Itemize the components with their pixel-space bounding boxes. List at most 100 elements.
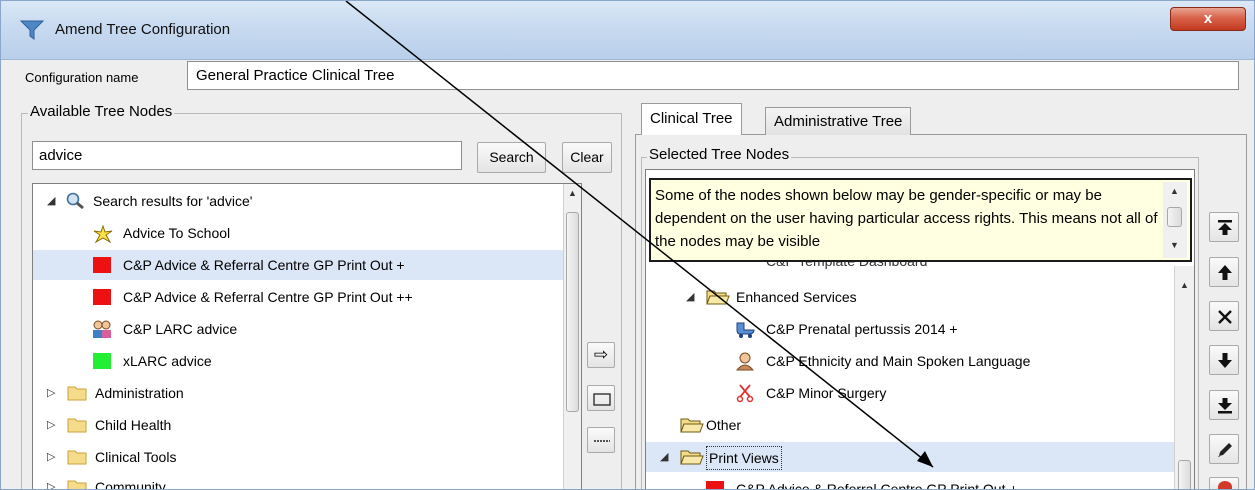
tree-node[interactable]: Advice To School: [33, 218, 563, 248]
tree-node[interactable]: ◢ Enhanced Services: [646, 282, 1174, 312]
configuration-name-input[interactable]: [187, 61, 1239, 90]
collapsed-triangle-icon[interactable]: ▷: [47, 410, 55, 440]
tree-node[interactable]: C&P Ethnicity and Main Spoken Language: [646, 346, 1174, 376]
tree-node[interactable]: C&P LARC advice: [33, 314, 563, 344]
scroll-up-icon[interactable]: ▲: [1170, 186, 1179, 196]
expanded-triangle-icon[interactable]: ◢: [660, 442, 668, 472]
open-folder-icon: [680, 450, 704, 465]
window-title: Amend Tree Configuration: [55, 21, 231, 38]
tree-node-label: xLARC advice: [123, 353, 212, 369]
scroll-up-icon[interactable]: ▲: [1180, 280, 1189, 290]
tree-node-label: C&P Prenatal pertussis 2014 +: [766, 321, 958, 337]
separator-icon: [594, 440, 610, 442]
remove-node-button[interactable]: [1209, 301, 1239, 331]
note-scrollbar[interactable]: ▲ ▼: [1163, 182, 1187, 258]
clear-button[interactable]: Clear: [562, 142, 612, 173]
tree-node[interactable]: Other: [646, 410, 1174, 440]
tree-node[interactable]: C&P Advice & Referral Centre GP Print Ou…: [33, 282, 563, 312]
configuration-name-label: Configuration name: [25, 70, 139, 85]
person-icon: [735, 352, 755, 371]
tree-node[interactable]: C&P Advice & Referral Centre GP Print Ou…: [646, 474, 1174, 490]
tree-node-label: C&P Advice & Referral Centre GP Print Ou…: [123, 257, 405, 273]
edit-node-button[interactable]: [1209, 434, 1239, 464]
selected-tree-scrollbar[interactable]: ▲: [1174, 266, 1194, 489]
gender-access-note: Some of the nodes shown below may be gen…: [649, 178, 1192, 262]
tree-node[interactable]: ◢ Search results for 'advice': [33, 186, 563, 216]
move-bottom-icon: [1218, 398, 1232, 414]
tree-node[interactable]: C&P Minor Surgery: [646, 378, 1174, 408]
tab-administrative-tree[interactable]: Administrative Tree: [765, 107, 912, 135]
tree-node-label: Advice To School: [123, 225, 231, 241]
scroll-down-icon[interactable]: ▼: [1170, 240, 1179, 250]
collapsed-triangle-icon[interactable]: ▷: [47, 472, 55, 489]
tree-node-label: C&P Ethnicity and Main Spoken Language: [766, 353, 1031, 369]
tree-node[interactable]: xLARC advice: [33, 346, 563, 376]
folder-icon: [67, 480, 87, 489]
tree-node-label: Community: [95, 479, 166, 490]
scrollbar-thumb[interactable]: [566, 212, 579, 412]
pram-icon: [736, 322, 755, 338]
search-input[interactable]: [32, 141, 462, 170]
move-to-top-button[interactable]: [1209, 212, 1239, 242]
delete-config-button[interactable]: [1209, 477, 1239, 489]
open-folder-icon: [680, 418, 704, 433]
move-up-button[interactable]: [1209, 257, 1239, 287]
collapsed-triangle-icon[interactable]: ▷: [47, 442, 55, 472]
available-tree-scrollbar[interactable]: ▲: [563, 184, 581, 489]
red-stop-icon: [1218, 481, 1232, 489]
star-burst-icon: [93, 225, 113, 243]
tree-node-label: Search results for 'advice': [93, 193, 253, 209]
expanded-triangle-icon[interactable]: ◢: [686, 282, 694, 312]
scissors-icon: [736, 384, 754, 403]
tree-node-label: Enhanced Services: [736, 289, 857, 305]
collapsed-triangle-icon[interactable]: ▷: [47, 378, 55, 408]
tree-node-label: Clinical Tools: [95, 449, 177, 465]
red-square-icon: [706, 481, 724, 489]
magnifier-icon: [66, 192, 84, 210]
tree-node-label: Administration: [95, 385, 184, 401]
selected-tree-nodes-legend: Selected Tree Nodes: [647, 146, 792, 163]
scroll-up-icon[interactable]: ▲: [568, 188, 577, 198]
amend-tree-window: Amend Tree Configuration x Configuration…: [0, 0, 1255, 490]
tree-node-label: C&P LARC advice: [123, 321, 238, 337]
tree-node[interactable]: ▷ Community: [33, 472, 563, 490]
add-node-button[interactable]: ⇨: [587, 342, 615, 368]
move-down-button[interactable]: [1209, 345, 1239, 375]
folder-icon: [67, 450, 87, 465]
tree-node-label: C&P Minor Surgery: [766, 385, 887, 401]
folder-outline-icon: [593, 393, 611, 406]
available-tree-nodes-legend: Available Tree Nodes: [28, 103, 175, 120]
folder-icon: [67, 386, 87, 401]
up-arrow-icon: [1218, 265, 1232, 280]
tree-node-selected[interactable]: C&P Advice & Referral Centre GP Print Ou…: [33, 250, 563, 280]
tree-funnel-icon: [19, 20, 45, 40]
available-tree[interactable]: ◢ Search results for 'advice' Advice To …: [32, 183, 582, 490]
tree-node-label: C&P Advice & Referral Centre GP Print Ou…: [736, 481, 1018, 490]
expanded-triangle-icon[interactable]: ◢: [47, 186, 55, 216]
tree-node-label: Child Health: [95, 417, 172, 433]
scrollbar-thumb[interactable]: [1167, 207, 1182, 227]
people-icon: [93, 320, 111, 338]
tree-node[interactable]: C&P Prenatal pertussis 2014 +: [646, 314, 1174, 344]
tree-node-label: C&P Advice & Referral Centre GP Print Ou…: [123, 289, 413, 305]
down-arrow-icon: [1218, 353, 1232, 368]
tree-node[interactable]: ▷ Clinical Tools: [33, 442, 563, 472]
tree-node[interactable]: ▷ Administration: [33, 378, 563, 408]
tab-clinical-tree[interactable]: Clinical Tree: [641, 103, 742, 135]
folder-icon: [67, 418, 87, 433]
red-square-icon: [93, 257, 111, 273]
add-folder-button[interactable]: [587, 385, 615, 411]
move-top-icon: [1218, 220, 1232, 235]
tree-node-selected[interactable]: ◢ Print Views: [646, 442, 1174, 472]
scrollbar-thumb[interactable]: [1178, 460, 1191, 489]
add-separator-button[interactable]: [587, 427, 615, 453]
cross-icon: [1218, 310, 1232, 324]
tree-node-label: Other: [706, 417, 742, 433]
open-folder-icon: [706, 290, 730, 305]
close-button[interactable]: x: [1170, 7, 1246, 31]
red-square-icon: [93, 289, 111, 305]
move-to-bottom-button[interactable]: [1209, 390, 1239, 420]
pencil-icon: [1218, 443, 1232, 457]
tree-node[interactable]: ▷ Child Health: [33, 410, 563, 440]
search-button[interactable]: Search: [477, 142, 546, 173]
